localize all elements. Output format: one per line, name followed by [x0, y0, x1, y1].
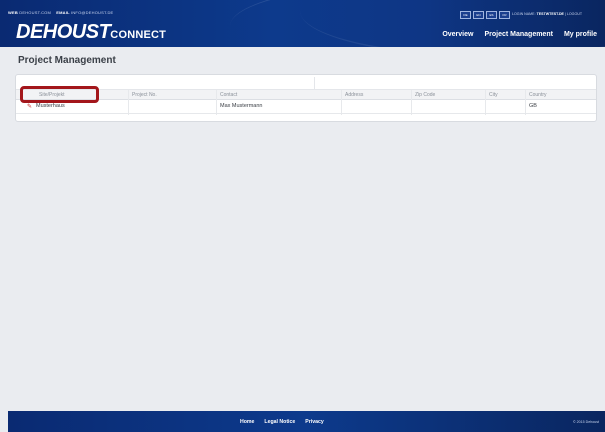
- nav-project-management[interactable]: Project Management: [484, 31, 552, 38]
- email-link[interactable]: INFO@DEHOUST.DE: [71, 10, 113, 15]
- login-name-label: LOGIN NAME:: [512, 12, 536, 16]
- lang-es-button[interactable]: ES: [486, 11, 497, 19]
- nav-overview[interactable]: Overview: [442, 31, 473, 38]
- login-info: LOGIN NAME: TESTWTEST.DE | LOGOUT: [512, 12, 582, 16]
- edit-pencil-icon[interactable]: ✎: [27, 103, 32, 110]
- dehoust-connect-logo[interactable]: DEHOUSTCONNECT: [16, 21, 166, 44]
- language-selector: DE EN ES FR: [460, 11, 510, 19]
- col-header-address[interactable]: Address: [345, 92, 363, 98]
- main-nav: Overview Project Management My profile: [442, 31, 597, 38]
- lang-de-button[interactable]: DE: [460, 11, 471, 19]
- footer-privacy-link[interactable]: Privacy: [305, 419, 323, 425]
- site-column-highlight-box: [20, 86, 99, 103]
- lang-fr-button[interactable]: FR: [499, 11, 510, 19]
- footer-links: Home Legal Notice Privacy: [240, 419, 324, 425]
- col-header-country[interactable]: Country: [529, 92, 547, 98]
- footer-home-link[interactable]: Home: [240, 419, 254, 425]
- login-separator: |: [564, 12, 566, 16]
- col-header-city[interactable]: City: [489, 92, 498, 98]
- cell-country: GB: [529, 103, 537, 109]
- logout-link[interactable]: LOGOUT: [567, 12, 582, 16]
- cell-site[interactable]: Musterhaus: [36, 103, 65, 109]
- web-link[interactable]: DEHOUST.COM: [19, 10, 51, 15]
- page-title: Project Management: [18, 55, 116, 66]
- cell-contact: Max Mustermann: [220, 103, 263, 109]
- header-swoosh-decoration-2: [300, 0, 605, 47]
- web-label: WEB: [8, 10, 18, 15]
- col-header-project-no[interactable]: Project No.: [132, 92, 157, 98]
- col-header-contact[interactable]: Contact: [220, 92, 237, 98]
- top-header: WEB DEHOUST.COM EMAIL INFO@DEHOUST.DE DE…: [0, 0, 605, 47]
- col-header-zip-code[interactable]: Zip Code: [415, 92, 435, 98]
- footer-legal-notice-link[interactable]: Legal Notice: [264, 419, 295, 425]
- project-table-panel: Site/Projekt Project No. Contact Address…: [15, 74, 597, 122]
- lang-en-button[interactable]: EN: [473, 11, 484, 19]
- nav-my-profile[interactable]: My profile: [564, 31, 597, 38]
- login-name-value: TESTWTEST.DE: [536, 12, 564, 16]
- table-header: Site/Projekt Project No. Contact Address…: [16, 90, 596, 100]
- logo-suffix-text: CONNECT: [110, 29, 167, 41]
- toolbar-separator: [314, 77, 315, 89]
- footer-copyright: © 2015 Dehoust: [572, 420, 599, 424]
- contact-info-bar: WEB DEHOUST.COM EMAIL INFO@DEHOUST.DE: [8, 10, 113, 15]
- email-label: EMAIL: [56, 10, 70, 15]
- footer-bar: Home Legal Notice Privacy © 2015 Dehoust: [8, 411, 605, 432]
- table-row[interactable]: ✎ Musterhaus Max Mustermann GB: [16, 100, 596, 114]
- logo-main-text: DEHOUST: [16, 21, 111, 43]
